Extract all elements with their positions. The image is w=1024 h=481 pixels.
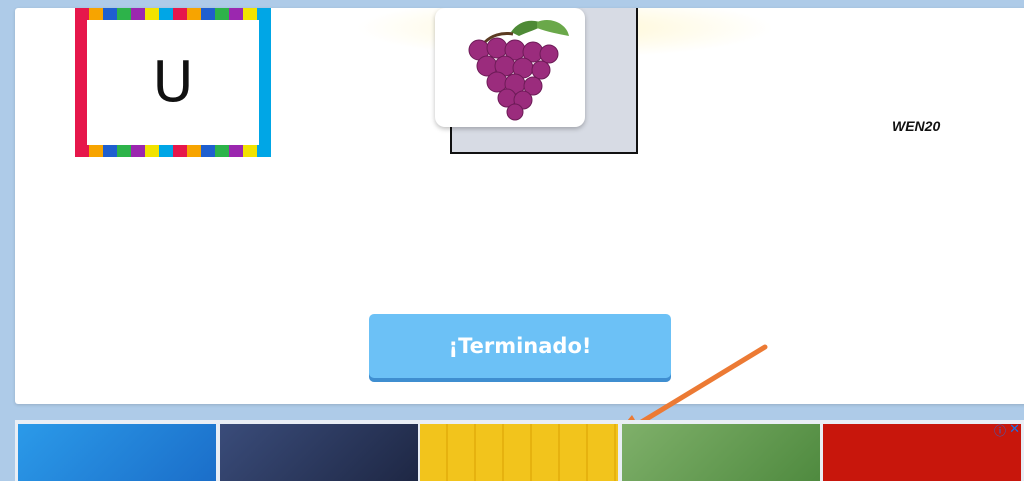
ad-thumbnail-2[interactable]	[220, 424, 418, 481]
ad-thumbnail-3[interactable]	[420, 424, 618, 481]
activity-code: WEN20	[892, 118, 941, 134]
info-icon[interactable]: ⓘ	[994, 422, 1006, 439]
activity-card: U WEN20 ¡Terminado!	[15, 8, 1024, 404]
fruit-tile[interactable]	[435, 8, 585, 127]
letter-card[interactable]: U	[75, 8, 271, 157]
ad-thumbnail-5[interactable]	[823, 424, 1021, 481]
letter-text: U	[152, 50, 194, 115]
ad-thumbnail-1[interactable]	[18, 424, 216, 481]
ad-strip: ⓘ ✕	[15, 420, 1024, 481]
close-icon[interactable]: ✕	[1009, 421, 1020, 437]
grapes-icon	[468, 19, 569, 121]
ad-thumbnail-4[interactable]	[622, 424, 820, 481]
